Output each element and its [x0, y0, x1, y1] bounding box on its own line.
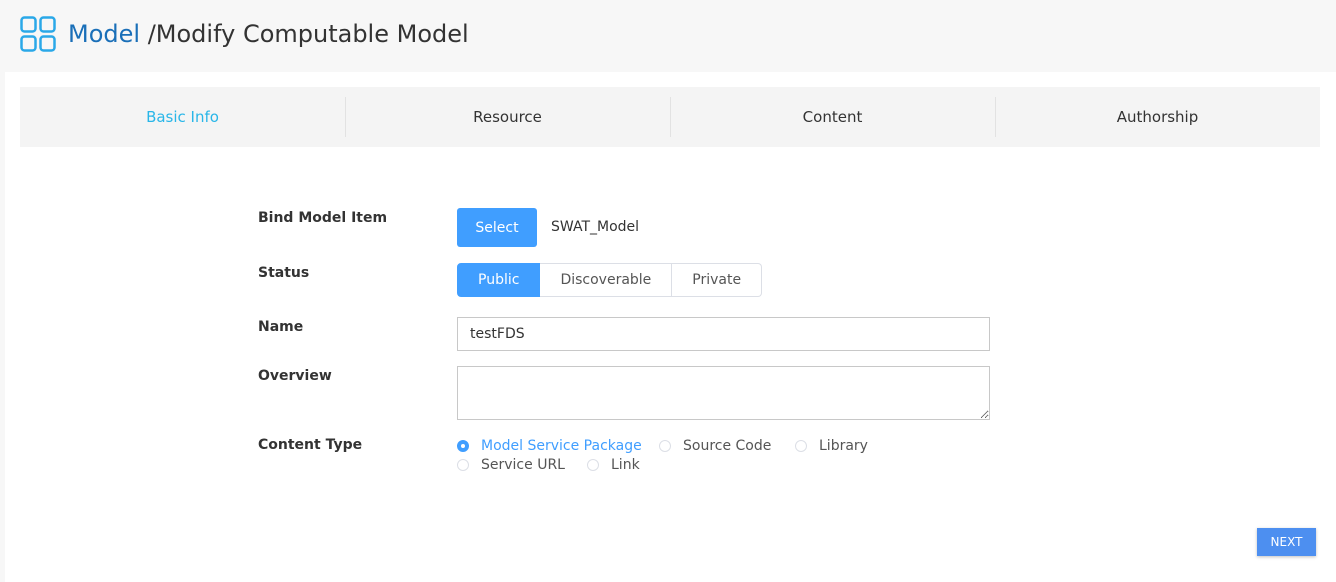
radio-label: Source Code: [683, 438, 772, 454]
radio-dot: [457, 440, 469, 452]
status-public-button[interactable]: Public: [457, 263, 541, 297]
radio-library[interactable]: Library: [795, 438, 868, 454]
page-title-rest: /Modify Computable Model: [147, 20, 469, 48]
radio-dot: [659, 440, 671, 452]
radio-dot: [795, 440, 807, 452]
radio-label: Service URL: [481, 457, 565, 473]
radio-source-code[interactable]: Source Code: [659, 438, 771, 454]
radio-model-service-package[interactable]: Model Service Package: [457, 438, 642, 454]
radio-label: Model Service Package: [481, 438, 642, 454]
status-label: Status: [258, 265, 310, 281]
select-model-item-button[interactable]: Select: [457, 208, 537, 247]
radio-dot: [587, 459, 599, 471]
tab-resource[interactable]: Resource: [345, 87, 670, 147]
name-input[interactable]: [457, 317, 990, 351]
bound-model-item-value: SWAT_Model: [551, 219, 640, 235]
status-discoverable-button[interactable]: Discoverable: [540, 263, 673, 297]
radio-dot: [457, 459, 469, 471]
status-radio-group: Public Discoverable Private: [457, 263, 763, 299]
name-label: Name: [258, 319, 304, 335]
overview-label: Overview: [258, 368, 332, 384]
overview-textarea[interactable]: [457, 366, 990, 420]
radio-label: Link: [611, 457, 640, 473]
content-type-label: Content Type: [258, 437, 363, 453]
page-title: Model /Modify Computable Model: [68, 18, 469, 50]
radio-link[interactable]: Link: [587, 457, 640, 473]
grid-icon: [20, 16, 56, 52]
radio-label: Library: [819, 438, 868, 454]
tab-authorship[interactable]: Authorship: [995, 87, 1320, 147]
status-private-button[interactable]: Private: [672, 263, 763, 297]
next-button[interactable]: NEXT: [1257, 528, 1316, 556]
radio-service-url[interactable]: Service URL: [457, 457, 565, 473]
tab-basic-info[interactable]: Basic Info: [20, 87, 345, 147]
page-header: Model /Modify Computable Model: [0, 0, 1336, 72]
page-title-model: Model: [68, 20, 141, 48]
tab-content[interactable]: Content: [670, 87, 995, 147]
step-tabs: Basic Info Resource Content Authorship: [20, 87, 1320, 147]
bind-model-item-label: Bind Model Item: [258, 210, 388, 226]
